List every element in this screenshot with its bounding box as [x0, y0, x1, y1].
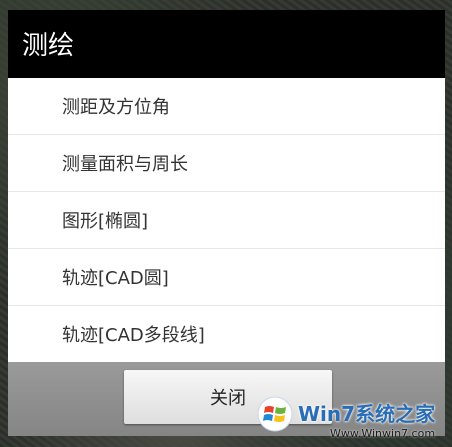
- menu-item-distance-bearing[interactable]: 测距及方位角: [8, 78, 445, 135]
- watermark-url: Www.Winwin7.com: [330, 427, 436, 440]
- menu-item-label: 轨迹[CAD圆]: [62, 268, 169, 289]
- menu-item-label: 轨迹[CAD多段线]: [62, 325, 205, 346]
- menu-item-cad-circle-track[interactable]: 轨迹[CAD圆]: [8, 249, 445, 306]
- dialog-header: 测绘: [8, 10, 445, 78]
- menu-item-ellipse-shape[interactable]: 图形[椭圆]: [8, 192, 445, 249]
- watermark-brand: Win7系统之家: [298, 402, 436, 426]
- menu-item-label: 测量面积与周长: [62, 154, 188, 175]
- dialog-title: 测绘: [22, 31, 75, 61]
- dialog-menu-list: 测距及方位角 测量面积与周长 图形[椭圆] 轨迹[CAD圆] 轨迹[CAD多段线…: [8, 78, 445, 362]
- menu-item-label: 测距及方位角: [62, 97, 170, 118]
- menu-item-label: 图形[椭圆]: [62, 211, 149, 232]
- menu-item-area-perimeter[interactable]: 测量面积与周长: [8, 135, 445, 192]
- windows-logo-icon: [257, 396, 293, 432]
- menu-item-cad-polyline-track[interactable]: 轨迹[CAD多段线]: [8, 306, 445, 362]
